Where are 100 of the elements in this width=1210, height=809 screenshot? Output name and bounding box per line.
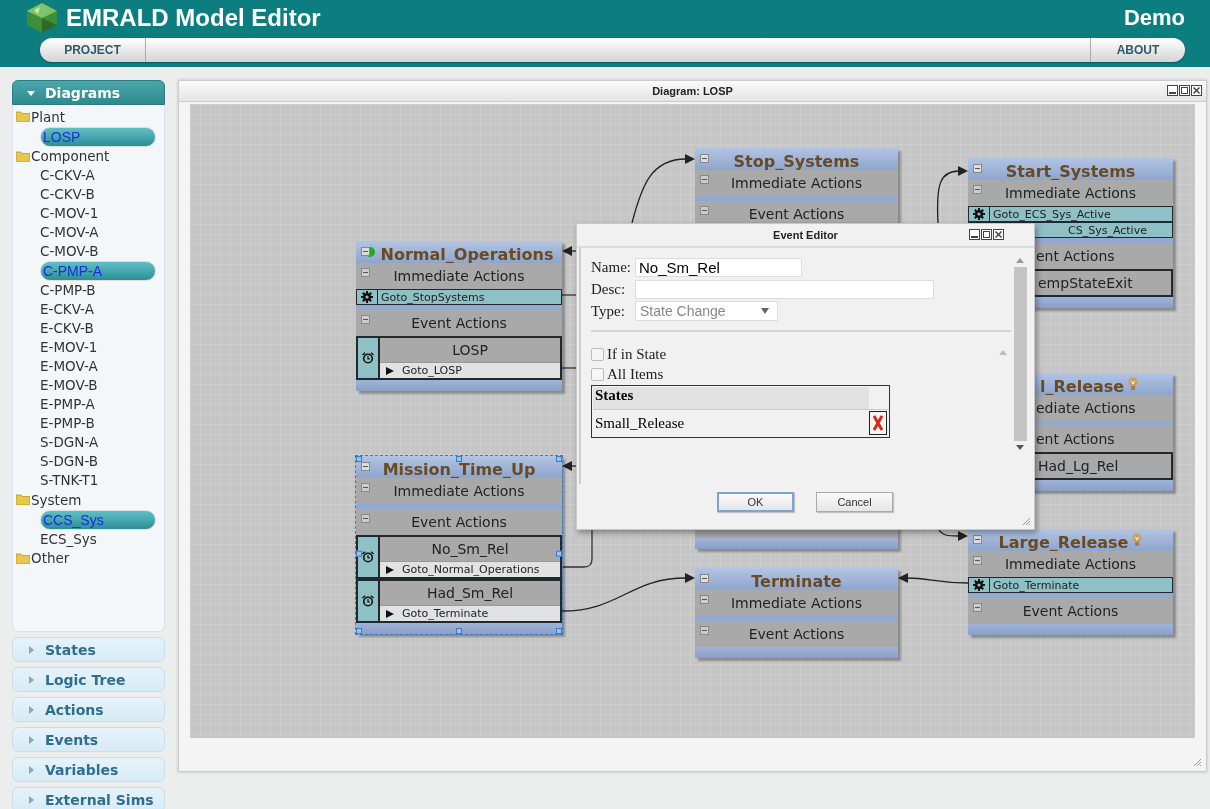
text-field[interactable] <box>635 279 934 299</box>
maximize-icon[interactable] <box>1179 85 1190 96</box>
resize-handle[interactable] <box>556 550 562 557</box>
dialog-button[interactable]: OK <box>717 492 794 512</box>
event-action-item[interactable]: Goto_LOSP <box>380 362 560 378</box>
connector-arrow <box>631 154 695 224</box>
collapse-icon[interactable] <box>361 483 370 492</box>
close-icon[interactable] <box>993 229 1004 240</box>
tree-folder[interactable]: System <box>16 490 164 510</box>
minimize-icon[interactable] <box>1167 85 1178 96</box>
close-icon[interactable] <box>1191 85 1202 96</box>
resize-handle[interactable] <box>456 628 462 634</box>
accordion-header[interactable]: Variables <box>12 757 165 782</box>
collapse-icon[interactable] <box>700 154 709 163</box>
collapse-icon[interactable] <box>973 535 982 544</box>
folder-icon <box>16 552 30 564</box>
accordion-header[interactable]: Actions <box>12 697 165 722</box>
accordion-header[interactable]: Events <box>12 727 165 752</box>
gem-logo-icon <box>24 2 60 34</box>
collapse-icon[interactable] <box>361 268 370 277</box>
collapse-icon[interactable] <box>361 514 370 523</box>
play-icon <box>386 366 394 375</box>
tree-item[interactable]: C-MOV-1 <box>16 204 161 223</box>
accordion-header[interactable]: Logic Tree <box>12 667 165 692</box>
resize-grip-icon[interactable] <box>1021 516 1031 526</box>
tree-item[interactable]: C-PMP-B <box>16 281 161 300</box>
collapse-icon[interactable] <box>361 462 370 471</box>
section-label: Event Actions <box>1022 603 1119 619</box>
minimize-icon[interactable] <box>969 229 980 240</box>
collapse-icon[interactable] <box>361 247 370 256</box>
tree-item[interactable]: E-MOV-A <box>16 357 161 376</box>
collapse-icon[interactable] <box>973 603 982 612</box>
menu-button[interactable]: PROJECT <box>40 38 146 62</box>
section-label: Immediate Actions <box>1004 556 1137 572</box>
tree-item[interactable]: C-MOV-B <box>16 242 161 261</box>
collapse-icon[interactable] <box>700 206 709 215</box>
resize-handle[interactable] <box>456 456 462 462</box>
state-node[interactable]: Mission_Time_Up Immediate Actions Event Actions No_Sm_Rel Goto_Normal_Operations Had_Sm_Rel Goto_Terminate <box>356 456 562 634</box>
connector-arrow <box>898 573 969 584</box>
tree-folder[interactable]: Other <box>16 548 164 568</box>
window-title: Diagram: LOSP <box>652 85 733 97</box>
tree-item[interactable]: E-MOV-B <box>16 376 161 395</box>
action-item[interactable]: Goto_StopSystems <box>356 289 562 305</box>
state-node[interactable]: Normal_Operations Immediate Actions Goto_StopSystems Event Actions LOSP Goto_LOSP <box>356 241 562 391</box>
delete-button[interactable] <box>869 411 887 435</box>
collapse-icon[interactable] <box>973 164 982 173</box>
tree-item[interactable]: E-CKV-A <box>16 300 161 319</box>
collapse-icon[interactable] <box>973 185 982 194</box>
state-node[interactable]: Terminate Immediate Actions Event Actions <box>695 568 898 658</box>
light-bulb-icon <box>1128 377 1139 391</box>
resize-handle[interactable] <box>556 456 562 462</box>
tree-item[interactable]: E-CKV-B <box>16 319 161 338</box>
collapse-icon[interactable] <box>700 175 709 184</box>
tree-item[interactable]: S-TNK-T1 <box>16 471 161 490</box>
tree-folder[interactable]: Plant <box>16 107 164 127</box>
text-field[interactable]: No_Sm_Rel <box>635 257 802 277</box>
collapse-icon[interactable] <box>973 556 982 565</box>
tree-item[interactable]: S-DGN-A <box>16 433 161 452</box>
event-box[interactable]: Had_Sm_Rel Goto_Terminate <box>356 579 562 623</box>
checkbox-label: All Items <box>607 365 664 383</box>
tree-item[interactable]: C-CKV-B <box>16 185 161 204</box>
gear-icon <box>361 291 373 303</box>
accordion-header[interactable]: States <box>12 637 165 662</box>
collapse-icon[interactable] <box>700 595 709 604</box>
checkbox[interactable] <box>591 367 604 381</box>
event-box[interactable]: No_Sm_Rel Goto_Normal_Operations <box>356 535 562 579</box>
tree-item[interactable]: E-PMP-B <box>16 414 161 433</box>
resize-handle[interactable] <box>356 628 362 634</box>
tree-item[interactable]: S-DGN-B <box>16 452 161 471</box>
resize-handle[interactable] <box>356 456 362 462</box>
scroll-up-icon[interactable] <box>1016 258 1024 263</box>
collapse-icon[interactable] <box>361 315 370 324</box>
tree-item[interactable]: C-CKV-A <box>16 166 161 185</box>
tree-item[interactable]: E-MOV-1 <box>16 338 161 357</box>
maximize-icon[interactable] <box>981 229 992 240</box>
event-action-item[interactable]: Goto_Normal_Operations <box>380 561 560 577</box>
state-node[interactable]: Large_Release Immediate Actions Goto_Terminate Event Actions <box>968 529 1173 635</box>
node-title: Mission_Time_Up <box>382 462 536 478</box>
tree-item[interactable]: C-MOV-A <box>16 223 161 242</box>
node-title: Normal_Operations <box>380 247 554 263</box>
resize-grip-icon[interactable] <box>1192 757 1202 767</box>
accordion-header[interactable]: External Sims <box>12 787 165 809</box>
resize-handle[interactable] <box>556 628 562 634</box>
tree-item[interactable]: ECS_Sys <box>16 529 161 549</box>
event-box[interactable]: LOSP Goto_LOSP <box>356 336 562 380</box>
node-title: Large_Release <box>998 535 1129 551</box>
collapse-icon[interactable] <box>700 626 709 635</box>
scroll-down-icon[interactable] <box>1016 445 1024 450</box>
checkbox[interactable] <box>591 347 604 361</box>
collapse-icon[interactable] <box>700 574 709 583</box>
dialog-button[interactable]: Cancel <box>816 492 893 512</box>
tree-item[interactable]: E-PMP-A <box>16 395 161 414</box>
action-item[interactable]: Goto_Terminate <box>968 577 1173 593</box>
event-action-item[interactable]: Goto_Terminate <box>380 605 560 621</box>
caret-icon <box>27 88 35 97</box>
menu-button[interactable]: ABOUT <box>1090 38 1185 62</box>
section-label: Immediate Actions <box>730 595 863 611</box>
action-item[interactable]: Goto_ECS_Sys_Active <box>968 206 1173 222</box>
tree-folder[interactable]: Component <box>16 146 164 166</box>
resize-handle[interactable] <box>356 550 362 557</box>
